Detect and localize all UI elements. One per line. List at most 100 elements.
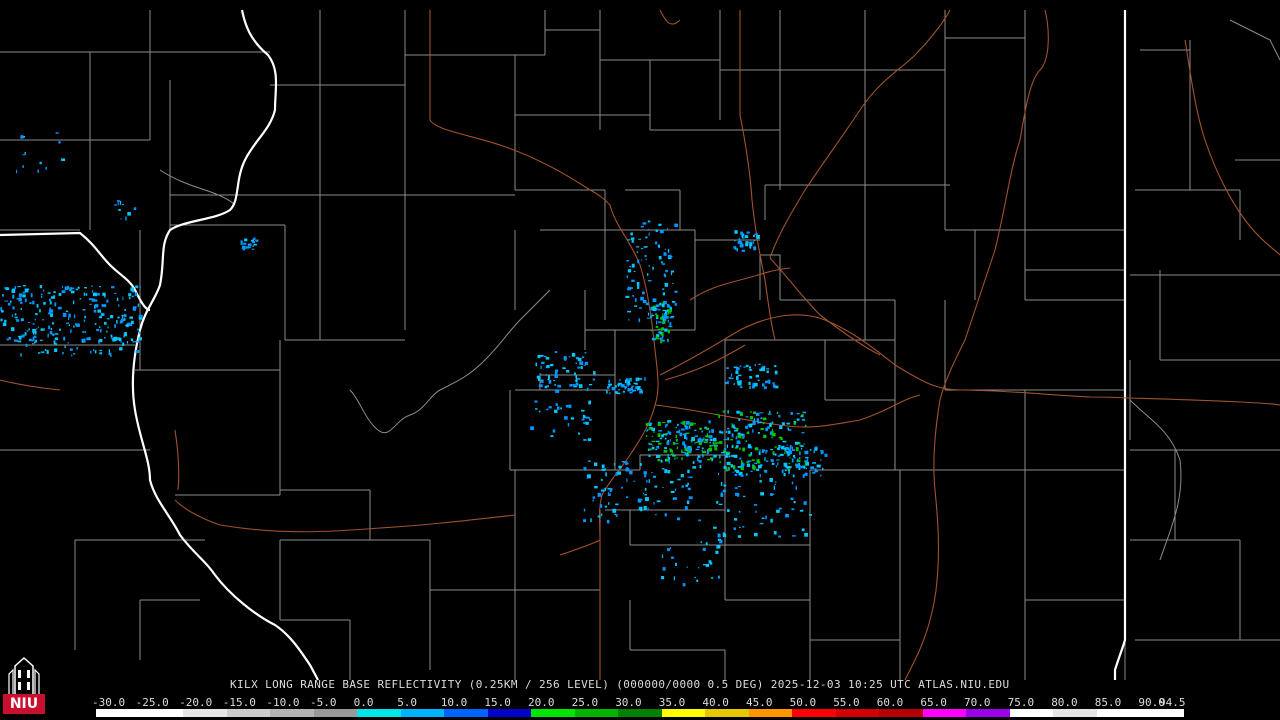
echo-pixel	[28, 338, 32, 342]
echo-pixel	[795, 485, 797, 490]
echo-pixel	[774, 483, 776, 486]
echo-pixel	[701, 430, 704, 433]
echo-pixel	[535, 362, 537, 367]
echo-pixel	[62, 351, 64, 355]
echo-pixel	[662, 422, 666, 424]
echo-pixel	[128, 293, 132, 297]
echo-pixel	[768, 379, 771, 384]
echo-pixel	[648, 265, 650, 267]
echo-pixel	[592, 499, 594, 502]
echo-pixel	[757, 379, 760, 381]
echo-pixel	[135, 349, 140, 354]
echo-pixel	[784, 469, 787, 472]
echo-pixel	[5, 287, 10, 291]
echo-pixel	[2, 294, 4, 297]
echo-pixel	[122, 342, 125, 346]
echo-pixel	[679, 432, 683, 437]
echo-pixel	[644, 377, 646, 381]
echo-pixel	[737, 535, 741, 538]
echo-pixel	[788, 462, 791, 465]
echo-pixel	[593, 371, 596, 375]
echo-pixel	[715, 550, 719, 554]
echo-pixel	[742, 495, 746, 497]
scale-label: -15.0	[222, 696, 256, 709]
echo-pixel	[717, 533, 721, 538]
echo-pixel	[692, 466, 697, 469]
echo-pixel	[803, 466, 806, 469]
echo-pixel	[683, 435, 686, 439]
echo-pixel	[656, 445, 660, 449]
echo-pixel	[770, 460, 774, 462]
echo-pixel	[741, 459, 743, 464]
echo-pixel	[94, 323, 97, 325]
echo-pixel	[764, 386, 767, 390]
echo-pixel	[753, 239, 756, 241]
echo-pixel	[746, 463, 751, 467]
echo-pixel	[677, 423, 679, 427]
echo-pixel	[618, 382, 622, 385]
echo-pixel	[772, 382, 775, 384]
echo-pixel	[683, 442, 685, 445]
echo-pixel	[669, 309, 672, 312]
echo-pixel	[754, 462, 758, 464]
echo-pixel	[664, 328, 668, 332]
echo-pixel	[32, 323, 35, 325]
echo-pixel	[53, 340, 56, 345]
echo-pixel	[240, 240, 243, 244]
echo-pixel	[137, 328, 139, 331]
echo-pixel	[782, 440, 787, 443]
echo-pixel	[739, 243, 744, 248]
echo-pixel	[738, 238, 741, 241]
echo-pixel	[800, 415, 803, 418]
echo-pixel	[669, 322, 672, 326]
echo-pixel	[701, 449, 703, 452]
echo-pixel	[699, 437, 701, 442]
echo-pixel	[670, 453, 675, 455]
echo-pixel	[39, 339, 43, 341]
echo-pixel	[750, 411, 752, 413]
echo-pixel	[570, 417, 575, 420]
echo-pixel	[725, 430, 727, 433]
echo-pixel	[121, 315, 124, 317]
echo-pixel	[597, 492, 602, 497]
echo-pixel	[765, 515, 767, 520]
echo-pixel	[52, 333, 55, 336]
echo-pixel	[766, 460, 769, 462]
echo-pixel	[653, 337, 657, 341]
echo-pixel	[694, 442, 696, 444]
echo-pixel	[777, 462, 779, 466]
echo-pixel	[665, 269, 668, 273]
echo-pixel	[68, 317, 70, 320]
echo-pixel	[567, 423, 570, 427]
echo-pixel	[569, 384, 573, 387]
echo-pixel	[738, 418, 741, 421]
echo-pixel	[662, 292, 665, 296]
echo-pixel	[759, 480, 762, 483]
echo-pixel	[772, 384, 776, 388]
echo-pixel	[750, 470, 753, 472]
scale-swatch	[705, 709, 749, 717]
echo-pixel	[749, 242, 753, 247]
echo-pixel	[727, 410, 729, 414]
echo-pixel	[46, 350, 49, 354]
echo-pixel	[85, 293, 88, 296]
echo-pixel	[44, 349, 47, 351]
echo-pixel	[584, 468, 587, 471]
echo-pixel	[628, 378, 631, 381]
echo-pixel	[765, 427, 769, 432]
echo-pixel	[643, 246, 648, 248]
echo-pixel	[669, 448, 673, 453]
echo-pixel	[645, 236, 648, 239]
echo-pixel	[554, 371, 558, 375]
echo-pixel	[785, 513, 789, 518]
echo-pixel	[666, 228, 668, 230]
echo-pixel	[642, 291, 645, 295]
echo-pixel	[773, 531, 777, 535]
echo-pixel	[624, 386, 627, 389]
echo-pixel	[655, 440, 660, 443]
echo-pixel	[663, 252, 667, 256]
echo-pixel	[799, 457, 801, 460]
echo-pixel	[804, 424, 807, 427]
echo-pixel	[120, 218, 122, 220]
echo-pixel	[775, 481, 777, 483]
